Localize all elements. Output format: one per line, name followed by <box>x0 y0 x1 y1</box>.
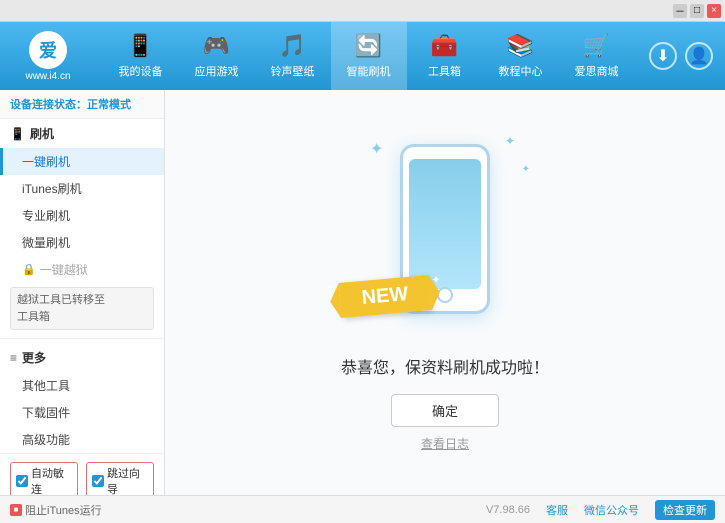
wechat-public-link[interactable]: 微信公众号 <box>584 502 639 518</box>
header-actions: ⬇ 👤 <box>649 42 713 70</box>
main-nav: 📱 我的设备 🎮 应用游戏 🎵 铃声壁纸 🔄 智能刷机 🧰 工具箱 📚 教程中心… <box>88 22 649 90</box>
new-badge-text: NEW <box>361 283 409 309</box>
statusbar: ■ 阻止iTunes运行 V7.98.66 客服 微信公众号 检查更新 <box>0 495 725 523</box>
sparkle-1: ✦ <box>370 139 383 159</box>
new-stars-left: ✦ <box>326 283 334 295</box>
sidebar-item-advanced[interactable]: 高级功能 <box>0 426 164 453</box>
customer-service-link[interactable]: 客服 <box>546 502 568 518</box>
smart-flash-label: 智能刷机 <box>347 63 391 79</box>
skip-guide-label: 跳过向导 <box>107 465 148 495</box>
sidebar-divider <box>0 338 164 339</box>
checkbox-row: 自动敏连 跳过向导 <box>10 462 154 495</box>
nav-tutorials[interactable]: 📚 教程中心 <box>483 22 559 90</box>
status-label: 设备连接状态： <box>10 99 87 111</box>
sidebar-item-other-tools[interactable]: 其他工具 <box>0 372 164 399</box>
confirm-button[interactable]: 确定 <box>391 394 499 427</box>
itunes-running[interactable]: ■ 阻止iTunes运行 <box>10 502 102 518</box>
view-log-link[interactable]: 查看日志 <box>421 435 469 452</box>
more-section-header: ≡ 更多 <box>0 343 164 372</box>
my-device-icon: 📱 <box>127 33 154 59</box>
header: 爱 www.i4.cn 📱 我的设备 🎮 应用游戏 🎵 铃声壁纸 🔄 智能刷机 … <box>0 22 725 90</box>
logo-icon: 爱 <box>29 31 67 69</box>
toolbox-icon: 🧰 <box>431 33 458 59</box>
minimize-button[interactable]: － <box>673 4 687 18</box>
sparkle-3: ✦ <box>522 164 530 175</box>
status-value: 正常模式 <box>87 99 131 111</box>
jailbreak-label: 一键越狱 <box>40 261 88 278</box>
logo-site: www.i4.cn <box>25 71 70 82</box>
mall-icon: 🛒 <box>583 33 610 59</box>
stop-icon: ■ <box>10 504 22 516</box>
user-button[interactable]: 👤 <box>685 42 713 70</box>
toolbox-label: 工具箱 <box>428 63 461 79</box>
titlebar: － □ × <box>0 0 725 22</box>
sidebar-item-download-firmware[interactable]: 下载固件 <box>0 399 164 426</box>
flash-section-icon: 📱 <box>10 127 25 141</box>
apps-label: 应用游戏 <box>195 63 239 79</box>
flash-section-label: 刷机 <box>30 125 54 142</box>
mall-label: 爱思商城 <box>575 63 619 79</box>
device-status: 设备连接状态：正常模式 <box>0 90 164 119</box>
lock-icon: 🔒 <box>22 263 36 276</box>
check-update-button[interactable]: 检查更新 <box>655 500 715 520</box>
device-info: 自动敏连 跳过向导 📱 iPhone 12 mini 64GB Down-12m… <box>0 453 164 495</box>
nav-smart-flash[interactable]: 🔄 智能刷机 <box>331 22 407 90</box>
tutorials-label: 教程中心 <box>499 63 543 79</box>
maximize-button[interactable]: □ <box>690 4 704 18</box>
tutorials-icon: 📚 <box>507 33 534 59</box>
phone-illustration: ✦ ✦ ✦ ✦ NEW ✦ <box>355 134 535 334</box>
my-device-label: 我的设备 <box>119 63 163 79</box>
more-icon: ≡ <box>10 351 17 365</box>
sparkle-2: ✦ <box>505 134 515 148</box>
nav-toolbox[interactable]: 🧰 工具箱 <box>407 22 483 90</box>
phone-screen <box>409 159 481 289</box>
download-button[interactable]: ⬇ <box>649 42 677 70</box>
skip-guide-input[interactable] <box>92 475 104 487</box>
statusbar-left: ■ 阻止iTunes运行 <box>10 502 486 518</box>
nav-ringtones[interactable]: 🎵 铃声壁纸 <box>255 22 331 90</box>
jailbreak-notice: 越狱工具已转移至工具箱 <box>10 287 154 330</box>
auto-connect-checkbox[interactable]: 自动敏连 <box>10 462 78 495</box>
skip-guide-checkbox[interactable]: 跳过向导 <box>86 462 154 495</box>
nav-mall[interactable]: 🛒 爱思商城 <box>559 22 635 90</box>
main-layout: 设备连接状态：正常模式 📱 刷机 一键刷机 iTunes刷机 专业刷机 微量刷机… <box>0 90 725 495</box>
sidebar: 设备连接状态：正常模式 📱 刷机 一键刷机 iTunes刷机 专业刷机 微量刷机… <box>0 90 165 495</box>
statusbar-right: V7.98.66 客服 微信公众号 检查更新 <box>486 500 715 520</box>
flash-section-header: 📱 刷机 <box>0 119 164 148</box>
apps-icon: 🎮 <box>203 33 230 59</box>
nav-my-device[interactable]: 📱 我的设备 <box>103 22 179 90</box>
content-area: ✦ ✦ ✦ ✦ NEW ✦ 恭喜您，保资料刷机成功啦！ 确定 查看日志 <box>165 90 725 495</box>
nav-apps[interactable]: 🎮 应用游戏 <box>179 22 255 90</box>
success-message: 恭喜您，保资料刷机成功啦！ <box>341 354 549 378</box>
auto-connect-input[interactable] <box>16 475 28 487</box>
ringtones-icon: 🎵 <box>279 33 306 59</box>
sidebar-item-one-click-flash[interactable]: 一键刷机 <box>0 148 164 175</box>
version-label: V7.98.66 <box>486 504 530 516</box>
close-button[interactable]: × <box>707 4 721 18</box>
new-badge: ✦ NEW ✦ <box>339 275 432 318</box>
logo: 爱 www.i4.cn <box>8 31 88 82</box>
more-label: 更多 <box>22 349 46 366</box>
sidebar-item-pro-flash[interactable]: 专业刷机 <box>0 202 164 229</box>
itunes-label: 阻止iTunes运行 <box>25 502 102 518</box>
auto-connect-label: 自动敏连 <box>31 465 72 495</box>
new-stars-right: ✦ <box>432 274 440 286</box>
sidebar-item-jailbreak-disabled: 🔒 一键越狱 <box>0 256 164 283</box>
sidebar-item-micro-flash[interactable]: 微量刷机 <box>0 229 164 256</box>
sidebar-item-itunes-flash[interactable]: iTunes刷机 <box>0 175 164 202</box>
ringtones-label: 铃声壁纸 <box>271 63 315 79</box>
smart-flash-icon: 🔄 <box>355 33 382 59</box>
